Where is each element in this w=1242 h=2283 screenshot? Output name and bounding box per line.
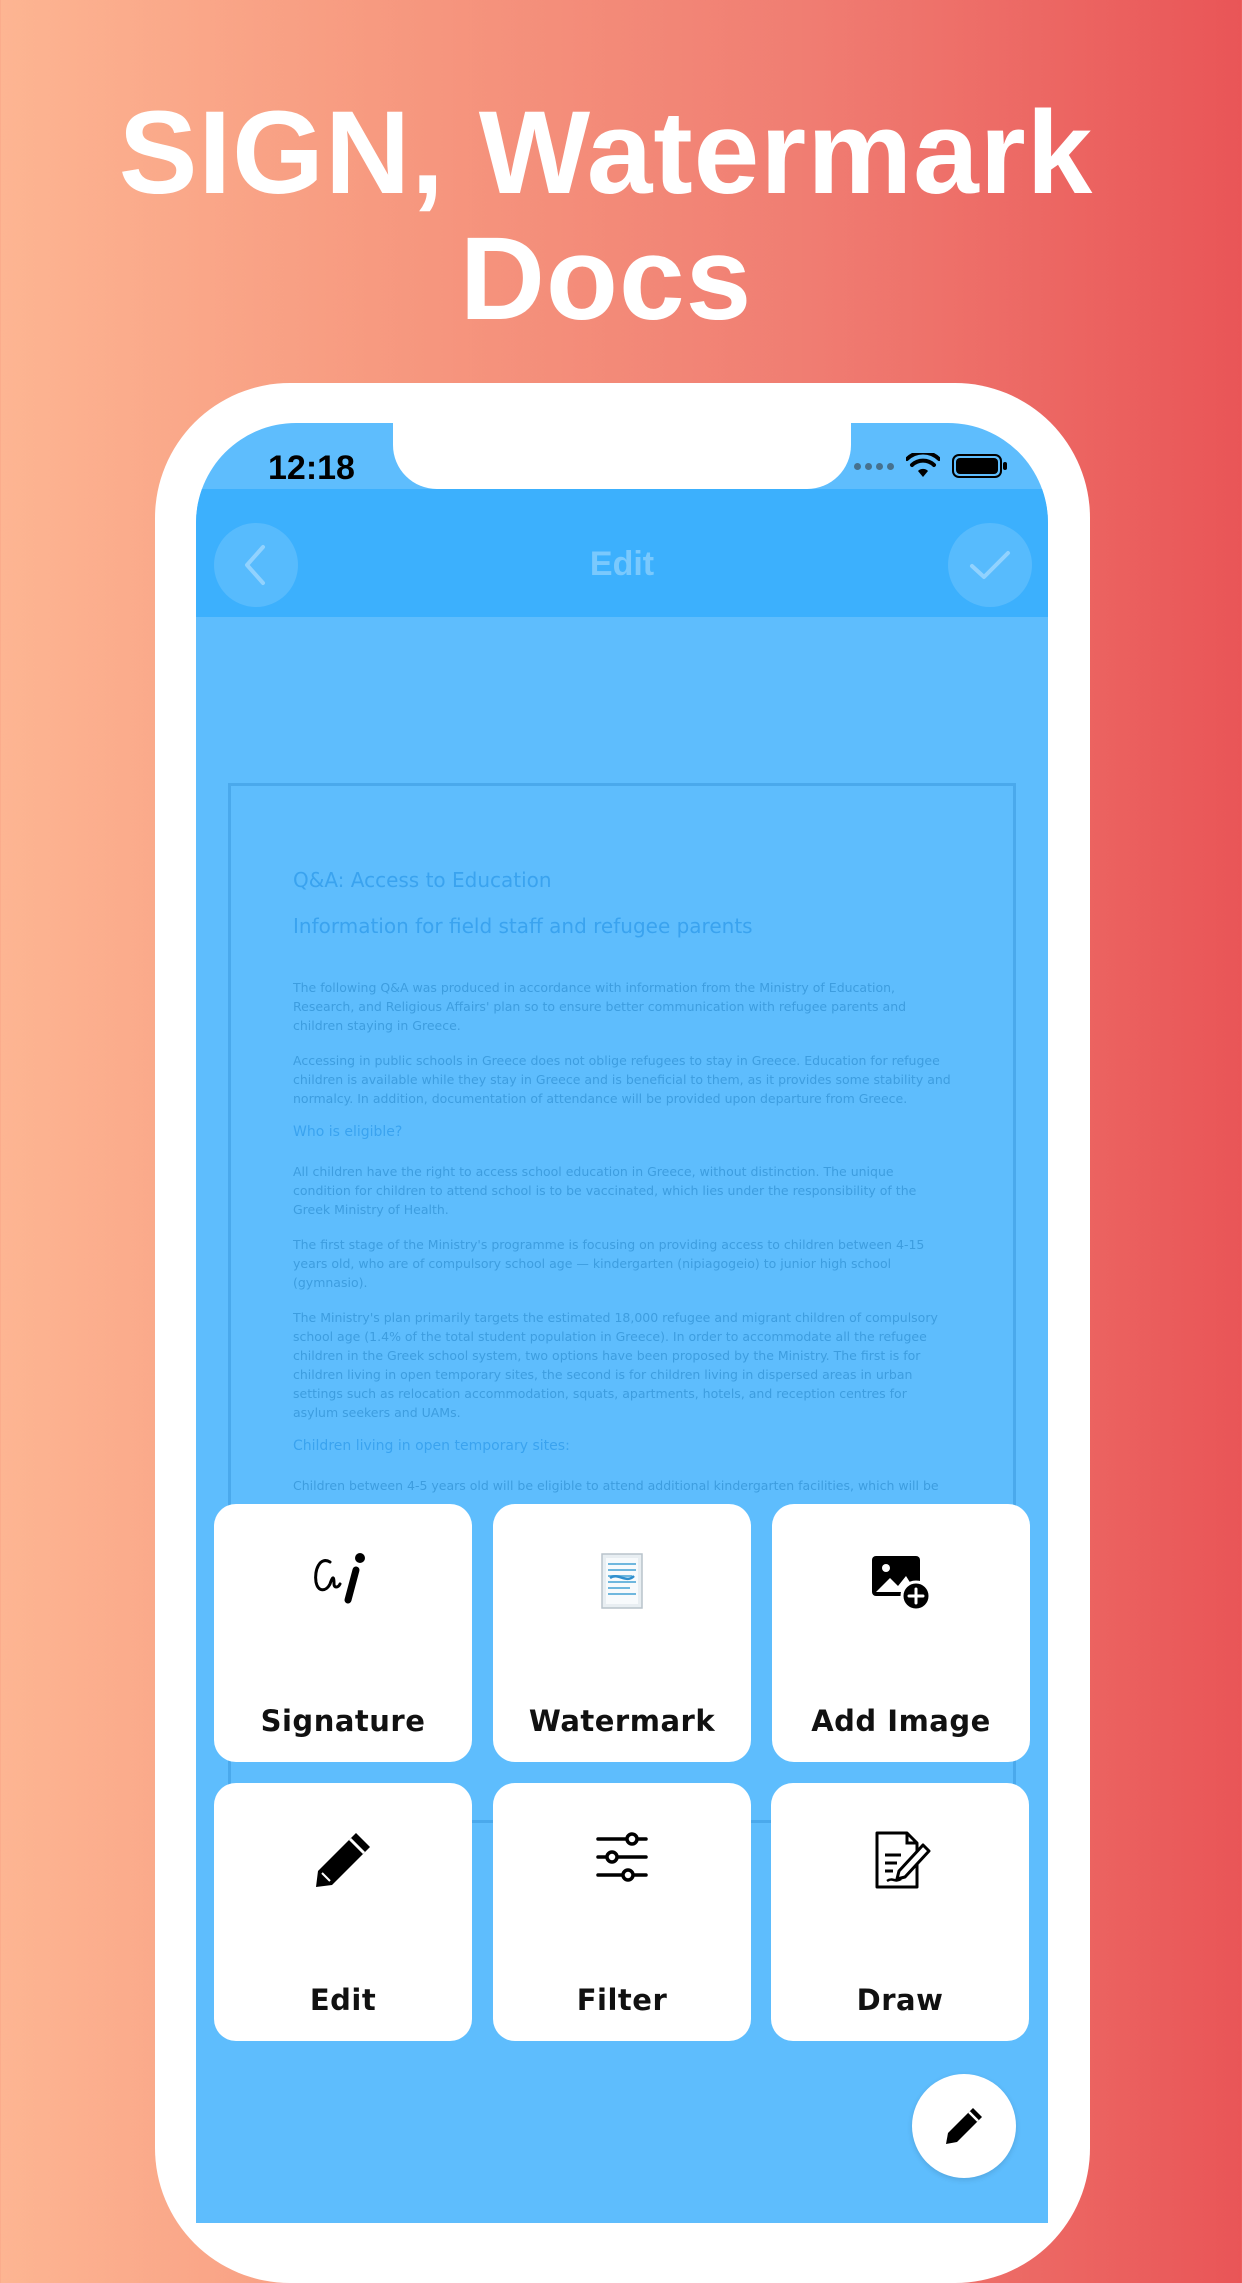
pencil-icon <box>316 1833 370 1887</box>
done-button[interactable] <box>948 523 1032 607</box>
document-paragraph: The first stage of the Ministry's progra… <box>293 1237 925 1290</box>
navigation-bar: Edit <box>196 489 1048 617</box>
pencil-icon <box>946 2108 982 2144</box>
document-paragraph: Children between 4-5 years old will be e… <box>293 1478 939 1493</box>
document-heading: Children living in open temporary sites: <box>293 1438 570 1454</box>
floating-edit-button[interactable] <box>912 2074 1016 2178</box>
draw-tool-button[interactable]: Draw <box>771 1783 1029 2041</box>
edit-tool-button[interactable]: Edit <box>214 1783 472 2041</box>
watermark-tool-button[interactable]: Watermark <box>493 1504 751 1762</box>
signature-icon <box>314 1553 365 1604</box>
watermark-label: Watermark <box>528 1704 716 1738</box>
filter-label: Filter <box>576 1983 668 2017</box>
add-image-tool-button[interactable]: Add Image <box>772 1504 1030 1762</box>
watermark-icon <box>601 1553 643 1609</box>
draw-icon <box>875 1831 931 1889</box>
headline-line-2: Docs <box>459 213 753 345</box>
document-heading: Who is eligible? <box>293 1124 403 1140</box>
page-title: Edit <box>589 545 655 583</box>
sliders-icon <box>596 1832 648 1882</box>
wifi-icon <box>906 453 940 477</box>
document-paragraph: All children have the right to access sc… <box>293 1164 917 1217</box>
document-paragraph: The Ministry's plan primarily targets th… <box>293 1310 938 1420</box>
checkmark-icon <box>970 551 1010 579</box>
signature-label: Signature <box>260 1704 426 1738</box>
cellular-signal-icon <box>854 462 894 470</box>
document-title: Q&A: Access to Education <box>293 868 552 892</box>
add-image-icon <box>872 1556 932 1612</box>
signature-tool-button[interactable]: Signature <box>214 1504 472 1762</box>
battery-icon <box>952 454 1007 478</box>
phone-screen: 12:18 Edit Q&A: Access to Education Info… <box>196 423 1048 2223</box>
promo-headline: SIGN, Watermark Docs <box>0 90 1212 342</box>
headline-line-1: SIGN, Watermark <box>118 87 1094 219</box>
filter-tool-button[interactable]: Filter <box>493 1783 751 2041</box>
edit-label: Edit <box>309 1983 377 2017</box>
phone-notch <box>393 423 851 489</box>
status-icons <box>854 453 1008 479</box>
document-paragraph: Accessing in public schools in Greece do… <box>293 1053 951 1106</box>
document-subtitle: Information for field staff and refugee … <box>293 914 753 938</box>
add-image-label: Add Image <box>811 1704 991 1738</box>
document-paragraph: The following Q&A was produced in accord… <box>293 980 907 1033</box>
document-content: Q&A: Access to Education Information for… <box>293 868 953 1511</box>
status-time: 12:18 <box>268 449 355 487</box>
draw-label: Draw <box>856 1983 944 2017</box>
